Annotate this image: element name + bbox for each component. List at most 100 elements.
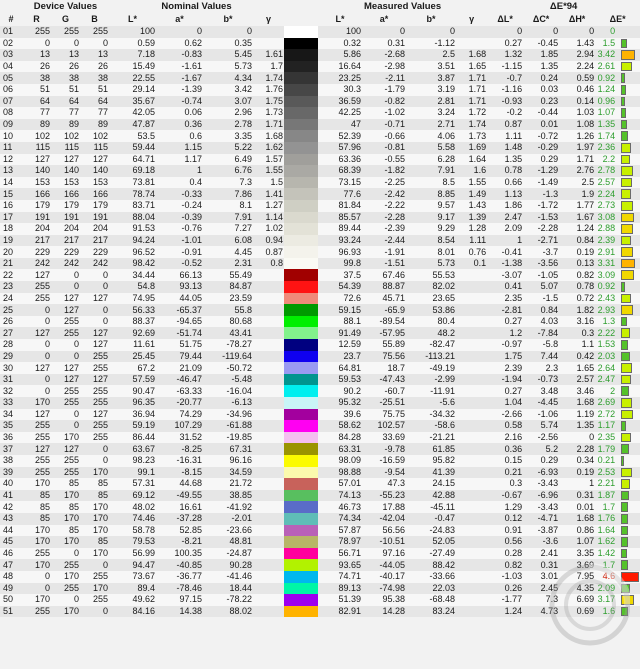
device-r: 127 — [22, 269, 51, 282]
nominal-gamma — [253, 315, 285, 328]
table-row: 17 191 191 191 88.04 -0.39 7.91 1.14 85.57 -2.28 9… — [0, 211, 640, 224]
delta-e: 2.21 — [595, 478, 620, 490]
nominal-a: -65.37 — [156, 304, 203, 316]
delta-e-bar-fill — [621, 479, 631, 489]
measured-a: -2.28 — [362, 211, 407, 224]
delta-e: 1.42 — [595, 547, 620, 560]
table-row: 06 51 51 51 29.14 -1.39 3.42 1.76 30.3 -1.79 3.19 1… — [0, 83, 640, 96]
nominal-b: -61.88 — [203, 420, 253, 432]
swatch — [284, 512, 319, 525]
delta-e-bar-fill — [621, 374, 632, 385]
delta-l: 0.87 — [487, 118, 524, 131]
delta-e-bar-fill — [621, 305, 634, 315]
device-r: 0 — [22, 304, 51, 316]
measured-b: -24.83 — [406, 524, 457, 537]
measured-b: 8.01 — [406, 246, 457, 258]
measured-b: 9.29 — [406, 223, 457, 235]
device-b: 85 — [80, 478, 109, 490]
delta-l: 2.47 — [487, 211, 524, 224]
delta-e-bar — [619, 350, 640, 363]
measured-l: 30.3 — [318, 83, 363, 96]
delta-e-bar — [619, 547, 640, 560]
delta-l: 1.29 — [487, 501, 524, 513]
nominal-l: 49.62 — [109, 594, 156, 606]
device-b: 77 — [80, 107, 109, 119]
device-g: 115 — [51, 141, 80, 154]
delta-l: 2.35 — [487, 292, 524, 305]
delta-h: 1.71 — [559, 153, 596, 166]
delta-l: 0.36 — [487, 443, 524, 455]
measured-l: 88.1 — [318, 315, 363, 328]
measured-b: 9.17 — [406, 211, 457, 224]
nominal-gamma — [253, 466, 285, 479]
nominal-l: 58.78 — [109, 524, 156, 537]
nominal-b: 2.96 — [203, 107, 253, 119]
nominal-a: -40.85 — [156, 559, 203, 571]
delta-h: 0.84 — [559, 234, 596, 247]
nominal-a: 74.29 — [156, 408, 203, 421]
measured-a: 75.75 — [362, 408, 407, 421]
nominal-a: -94.65 — [156, 315, 203, 328]
delta-l: -1.03 — [487, 570, 524, 583]
measured-l: 39.6 — [318, 408, 363, 421]
measured-gamma — [456, 269, 488, 282]
nominal-a: 16.61 — [156, 501, 203, 513]
table-row: 49 0 255 170 89.4 -78.46 18.44 89.13 -74.98 22.03… — [0, 582, 640, 595]
nominal-gamma — [253, 570, 285, 583]
nominal-l: 98.23 — [109, 454, 156, 467]
delta-e-bar-fill — [621, 96, 626, 107]
delta-e-bar — [619, 605, 640, 618]
device-b: 115 — [80, 141, 109, 154]
delta-e-bar-fill — [621, 154, 631, 165]
swatch — [284, 188, 319, 200]
nominal-gamma — [253, 26, 285, 38]
measured-b: 48.2 — [406, 327, 457, 340]
nominal-b: -34.96 — [203, 408, 253, 421]
device-b: 166 — [80, 188, 109, 200]
header-delta-h: ΔH* — [568, 14, 586, 24]
delta-e-bar-fill — [621, 548, 628, 559]
delta-e-bar — [619, 257, 640, 270]
nominal-gamma — [253, 501, 285, 513]
delta-h: 2.94 — [559, 49, 596, 61]
measured-a: -55.23 — [362, 489, 407, 502]
device-g: 255 — [51, 454, 80, 467]
row-index: 08 — [0, 107, 22, 119]
header-delta-e: ΔE* — [609, 14, 626, 24]
header-index: # — [8, 14, 14, 24]
swatch — [284, 466, 319, 479]
delta-e-bar-fill — [621, 398, 633, 408]
nominal-l: 99.1 — [109, 466, 156, 479]
delta-e: 1.87 — [595, 489, 620, 502]
nominal-a: -0.39 — [156, 211, 203, 224]
measured-a: 102.57 — [362, 420, 407, 432]
measured-l: 98.09 — [318, 454, 363, 467]
measured-l: 54.39 — [318, 281, 363, 293]
nominal-gamma — [253, 339, 285, 351]
table-row: 36 255 170 255 86.44 31.52 -19.85 84.28 33.69 -21… — [0, 431, 640, 444]
delta-h: 0.82 — [559, 269, 596, 282]
row-index: 48 — [0, 570, 22, 583]
delta-l: 1.04 — [487, 397, 524, 409]
device-g: 0 — [51, 420, 80, 432]
measured-gamma — [456, 605, 488, 618]
delta-e-bar — [619, 408, 640, 421]
delta-h: 0 — [559, 26, 596, 38]
measured-l: 56.71 — [318, 547, 363, 560]
measured-l: 59.53 — [318, 373, 363, 386]
delta-e-bar-fill — [621, 455, 625, 466]
row-index: 26 — [0, 315, 22, 328]
delta-e-bar-fill — [621, 444, 629, 454]
nominal-gamma — [253, 582, 285, 595]
device-g: 85 — [51, 478, 80, 490]
measured-l: 72.6 — [318, 292, 363, 305]
delta-h: 1.9 — [559, 188, 596, 200]
delta-e: 2.53 — [595, 466, 620, 479]
row-index: 05 — [0, 72, 22, 84]
device-b: 170 — [80, 524, 109, 537]
device-b: 255 — [80, 431, 109, 444]
device-b: 0 — [80, 315, 109, 328]
device-g: 255 — [51, 397, 80, 409]
nominal-a: -0.91 — [156, 246, 203, 258]
swatch — [284, 211, 319, 224]
